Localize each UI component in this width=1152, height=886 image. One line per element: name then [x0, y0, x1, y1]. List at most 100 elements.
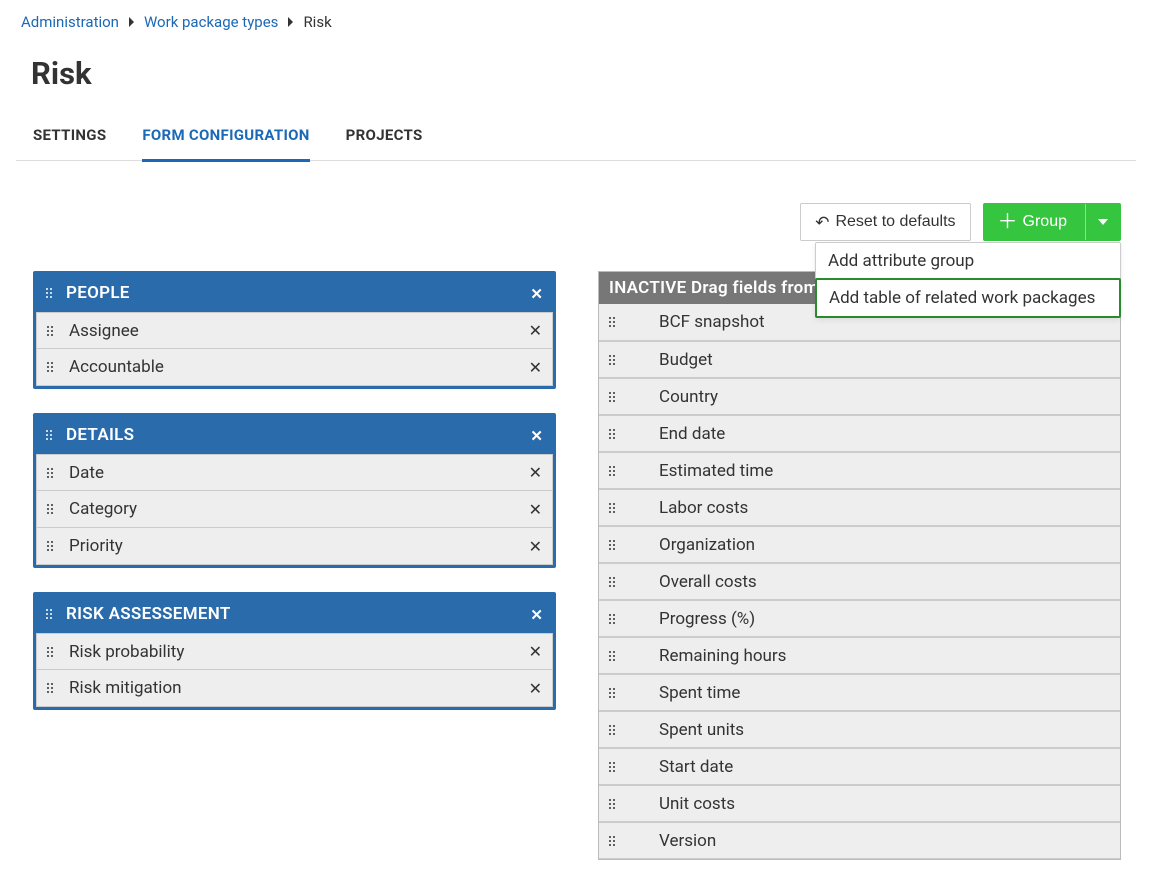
attribute-group: DETAILS✕Date✕Category✕Priority✕: [33, 413, 556, 568]
field-row[interactable]: Date ✕: [36, 454, 553, 491]
attribute-group: RISK ASSESSEMENT✕Risk probability✕Risk m…: [33, 592, 556, 710]
drag-handle-icon[interactable]: [46, 609, 52, 619]
drag-handle-icon[interactable]: [47, 326, 53, 336]
menu-item-add-table-of-related-work-packages[interactable]: Add table of related work packages: [815, 278, 1121, 318]
inactive-field-row[interactable]: Country: [599, 378, 1120, 415]
field-label: Country: [631, 387, 1110, 407]
drag-handle-icon[interactable]: [609, 540, 615, 550]
remove-group-button[interactable]: ✕: [530, 606, 543, 624]
field-label: Version: [631, 831, 1110, 851]
drag-handle-icon[interactable]: [47, 468, 53, 478]
menu-item-add-attribute-group[interactable]: Add attribute group: [816, 243, 1120, 279]
inactive-field-row[interactable]: Remaining hours: [599, 637, 1120, 674]
group-header: DETAILS✕: [36, 416, 553, 454]
field-row[interactable]: Category ✕: [36, 491, 553, 528]
field-row[interactable]: Accountable✕: [36, 349, 553, 386]
remove-field-button[interactable]: ✕: [529, 463, 542, 482]
inactive-field-row[interactable]: Unit costs: [599, 785, 1120, 822]
remove-field-button[interactable]: ✕: [529, 321, 542, 340]
drag-handle-icon[interactable]: [47, 541, 53, 551]
field-label: Unit costs: [631, 794, 1110, 814]
remove-field-button[interactable]: ✕: [529, 500, 542, 519]
drag-handle-icon[interactable]: [609, 355, 615, 365]
remove-field-button[interactable]: ✕: [529, 358, 542, 377]
field-label: Progress (%): [631, 609, 1110, 629]
drag-handle-icon[interactable]: [46, 288, 52, 298]
page-title: Risk: [16, 55, 1136, 92]
inactive-field-row[interactable]: Version: [599, 822, 1120, 859]
inactive-field-row[interactable]: Estimated time: [599, 452, 1120, 489]
drag-handle-icon[interactable]: [609, 614, 615, 624]
group-header: PEOPLE✕: [36, 274, 553, 312]
inactive-field-row[interactable]: Budget: [599, 341, 1120, 378]
chevron-down-icon: [1098, 219, 1108, 225]
inactive-field-row[interactable]: Labor costs: [599, 489, 1120, 526]
field-row[interactable]: Priority ✕: [36, 528, 553, 565]
inactive-field-row[interactable]: Start date: [599, 748, 1120, 785]
field-label: Overall costs: [631, 572, 1110, 592]
remove-field-button[interactable]: ✕: [529, 537, 542, 556]
field-label: Priority: [69, 536, 513, 556]
button-label: Reset to defaults: [835, 213, 955, 231]
inactive-field-row[interactable]: Overall costs: [599, 563, 1120, 600]
active-groups-column: PEOPLE✕Assignee✕Accountable✕DETAILS✕Date…: [33, 271, 556, 860]
add-group-button[interactable]: ＋ Group: [983, 203, 1121, 241]
field-label: Risk probability: [69, 642, 513, 662]
inactive-field-row[interactable]: Progress (%): [599, 600, 1120, 637]
remove-group-button[interactable]: ✕: [530, 285, 543, 303]
inactive-column: INACTIVE Drag fields from BCF snapshotBu…: [598, 271, 1121, 860]
drag-handle-icon[interactable]: [609, 836, 615, 846]
field-label: Date: [69, 463, 513, 483]
field-label: Risk mitigation: [69, 678, 513, 698]
undo-icon: ↶: [815, 214, 829, 231]
drag-handle-icon[interactable]: [609, 651, 615, 661]
breadcrumb-link-work-package-types[interactable]: Work package types: [144, 13, 278, 31]
tab-form-configuration[interactable]: FORM CONFIGURATION: [142, 126, 309, 162]
field-label: Start date: [631, 757, 1110, 777]
field-label: Category: [69, 499, 513, 519]
drag-handle-icon[interactable]: [47, 504, 53, 514]
drag-handle-icon[interactable]: [609, 466, 615, 476]
reset-to-defaults-button[interactable]: ↶ Reset to defaults: [800, 203, 970, 241]
drag-handle-icon[interactable]: [47, 683, 53, 693]
field-row[interactable]: Risk mitigation ✕: [36, 670, 553, 707]
remove-group-button[interactable]: ✕: [530, 427, 543, 445]
drag-handle-icon[interactable]: [609, 429, 615, 439]
inactive-panel: INACTIVE Drag fields from BCF snapshotBu…: [598, 271, 1121, 860]
inactive-field-row[interactable]: End date: [599, 415, 1120, 452]
inactive-field-row[interactable]: Organization: [599, 526, 1120, 563]
drag-handle-icon[interactable]: [609, 577, 615, 587]
tab-settings[interactable]: SETTINGS: [33, 126, 106, 162]
field-row[interactable]: Assignee✕: [36, 312, 553, 349]
group-title: PEOPLE: [66, 283, 543, 303]
drag-handle-icon[interactable]: [609, 762, 615, 772]
chevron-right-icon: [129, 17, 134, 27]
field-label: Remaining hours: [631, 646, 1110, 666]
field-label: Budget: [631, 350, 1110, 370]
drag-handle-icon[interactable]: [609, 317, 615, 327]
field-label: Spent units: [631, 720, 1110, 740]
drag-handle-icon[interactable]: [46, 430, 52, 440]
drag-handle-icon[interactable]: [609, 799, 615, 809]
drag-handle-icon[interactable]: [609, 392, 615, 402]
drag-handle-icon[interactable]: [47, 647, 53, 657]
breadcrumb-link-administration[interactable]: Administration: [21, 13, 119, 31]
remove-field-button[interactable]: ✕: [529, 679, 542, 698]
remove-field-button[interactable]: ✕: [529, 642, 542, 661]
inactive-field-row[interactable]: Spent units: [599, 711, 1120, 748]
add-group-dropdown-toggle[interactable]: [1085, 204, 1120, 240]
group-title: DETAILS: [66, 425, 543, 445]
breadcrumb-current: Risk: [303, 13, 331, 31]
chevron-right-icon: [288, 17, 293, 27]
field-row[interactable]: Risk probability ✕: [36, 633, 553, 670]
tab-projects[interactable]: PROJECTS: [346, 126, 423, 162]
plus-icon: ＋: [998, 212, 1018, 232]
field-label: Labor costs: [631, 498, 1110, 518]
drag-handle-icon[interactable]: [609, 725, 615, 735]
drag-handle-icon[interactable]: [47, 362, 53, 372]
inactive-field-row[interactable]: Spent time: [599, 674, 1120, 711]
drag-handle-icon[interactable]: [609, 688, 615, 698]
field-label: Organization: [631, 535, 1110, 555]
group-header: RISK ASSESSEMENT✕: [36, 595, 553, 633]
drag-handle-icon[interactable]: [609, 503, 615, 513]
